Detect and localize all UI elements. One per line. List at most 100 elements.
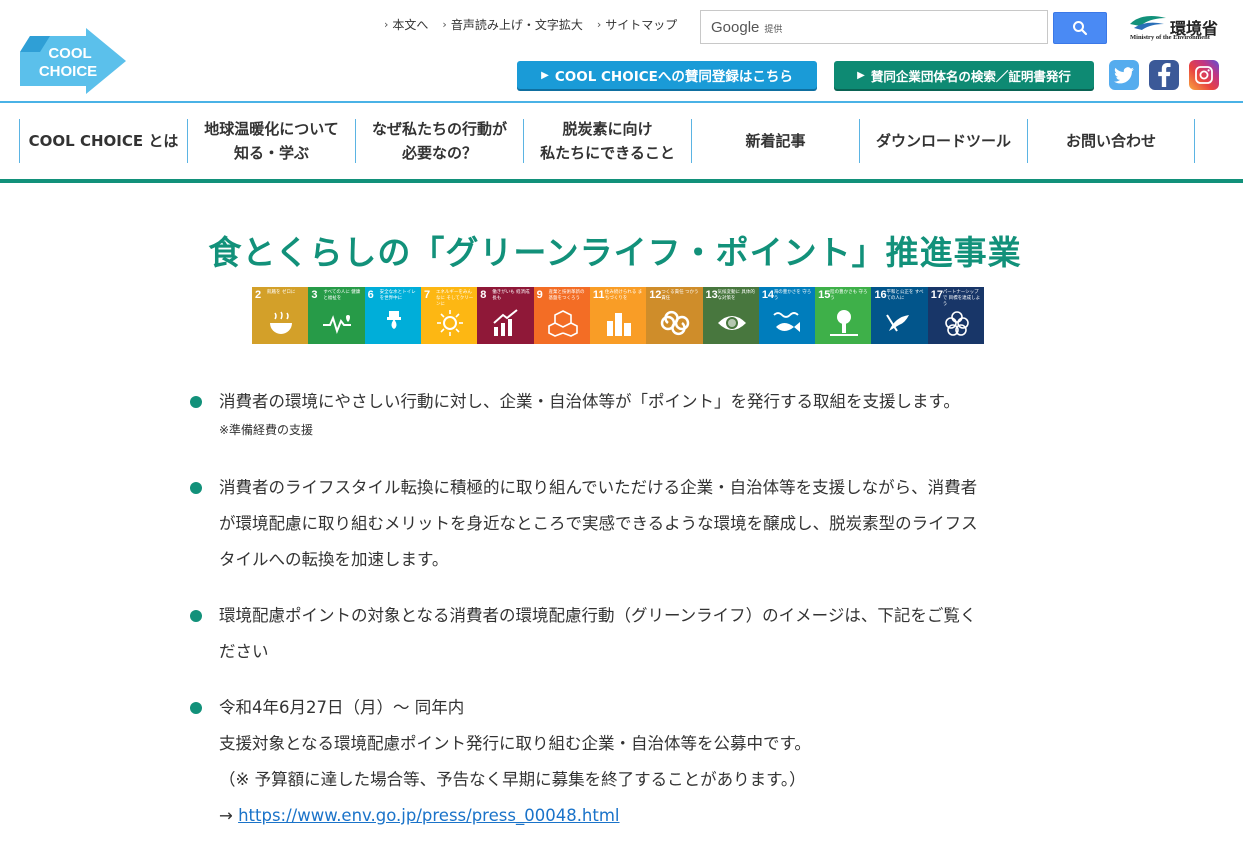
twitter-icon [1114,66,1134,83]
search-button[interactable] [1053,12,1107,44]
bullet-dot [190,482,202,494]
bullet-dot [190,610,202,622]
google-brand: Google [711,18,760,36]
bullet-text-line: 令和4年6月27日（月）〜 同年内 [219,698,465,717]
chevron-right-icon: › [596,18,602,31]
sdg-goal-label: エネルギーをみんなに そしてクリーンに [435,290,474,307]
press-link-line: → https://www.env.go.jp/press/press_0004… [219,798,1049,834]
sdg-goal-number: 7 [423,289,431,301]
bullet-text-line: 消費者のライフスタイル転換に積極的に取り組んでいただける企業・自治体等を支援しな… [219,478,978,497]
bullet-note: ※準備経費の支援 [219,423,314,437]
sdg-goal-label: 飢餓を ゼロに [267,290,296,295]
sdg-goal-number: 13 [705,289,718,301]
nav-news[interactable]: 新着記事 [691,119,859,163]
sdg-goal-number: 9 [536,289,543,301]
arrow-icon: → [219,806,233,825]
sdg-goal-12-icon: 12 つくる責任 つかう責任 [646,287,703,344]
ministry-sub: Ministry of the Environment [1130,34,1210,41]
sdg-pictogram-icon [660,310,690,336]
facebook-link[interactable] [1149,60,1179,90]
triangle-right-icon: ▶ [857,69,865,81]
sdg-goal-2-icon: 2 飢餓を ゼロに [252,287,309,344]
sdg-goal-8-icon: 8 働きがいも 経済成長も [477,287,534,344]
sdg-goal-number: 6 [367,289,374,301]
nav-download-tools[interactable]: ダウンロードツール [859,119,1027,163]
cool-choice-logo[interactable]: COOL CHOICE [20,28,126,94]
sdg-goal-6-icon: 6 安全な水とトイレ を世界中に [364,287,421,344]
facebook-icon [1158,63,1171,87]
link-main-content[interactable]: › 本文へ [384,16,428,33]
instagram-icon [1195,66,1213,84]
sdg-goal-number: 11 [592,289,605,301]
sdg-pictogram-icon [493,309,518,336]
sdg-goal-number: 2 [255,289,262,301]
chevron-right-icon: › [384,18,389,31]
sdg-goal-11-icon: 11 住み続けられる まちづくりを [589,287,647,344]
sdg-goal-label: 陸の豊かさも 守ろう [830,290,868,301]
link-sitemap[interactable]: › サイトマップ [597,16,677,33]
sdg-goal-9-icon: 9 産業と技術革新の 基盤をつくろう [533,287,590,344]
instagram-link[interactable] [1189,60,1219,90]
google-brand-sub: 提供 [764,24,783,35]
bullet-text-line: が環境配慮に取り組むメリットを身近なところで実感できるような環境を醸成し、脱炭素… [219,514,978,533]
sdg-pictogram-icon [830,310,859,336]
ministry-emblem-icon [1130,16,1166,30]
sdg-pictogram-icon [270,311,292,334]
link-accessibility[interactable]: › 音声読み上げ・文字拡大 [442,16,582,33]
press-release-link[interactable]: https://www.env.go.jp/press/press_00048.… [238,806,619,825]
page-title: 食とくらしの「グリーンライフ・ポイント」推進事業 [208,233,1022,272]
sdg-goal-number: 12 [649,289,662,301]
sdg-goal-label: つくる責任 つかう責任 [661,290,699,301]
site-search: Google 提供 [700,10,1048,44]
sdg-pictogram-icon [323,315,352,335]
chevron-right-icon: › [442,18,447,31]
sdg-goal-label: 働きがいも 経済成長も [492,290,530,301]
nav-what-we-can-do[interactable]: 脱炭素に向け 私たちにできること [523,119,691,163]
register-support-button[interactable]: ▶ COOL CHOICEへの賛同登録はこちら [517,61,817,89]
sdg-goal-16-icon: 16 平和と公正を すべての人に [871,287,928,344]
logo-text-choice: CHOICE [39,63,97,80]
sdg-pictogram-icon [886,314,910,332]
sdg-goal-15-icon: 15 陸の豊かさも 守ろう [815,287,872,344]
sdg-goal-label: パートナーシップで 目標を達成しよう [942,290,981,307]
bullet-text-line: （※ 予算額に達した場合等、予告なく早期に募集を終了することがあります。） [219,770,806,789]
bullet-text-line: ださい [219,642,269,661]
sdg-pictogram-icon [717,316,746,330]
sdg-pictogram-icon [547,310,578,337]
sdg-pictogram-icon [386,311,401,329]
sdg-pictogram-icon [436,310,463,336]
ministry-logo[interactable]: 環境省 Ministry of the Environment [1128,10,1222,44]
sdg-goal-number: 17 [930,289,943,301]
sdg-pictogram-icon [606,313,631,336]
sdg-goal-number: 16 [874,289,887,301]
bullet-text: 消費者の環境にやさしい行動に対し、企業・自治体等が「ポイント」を発行する取組を支… [219,392,960,411]
triangle-right-icon: ▶ [541,69,549,81]
nav-learn-global-warming[interactable]: 地球温暖化について 知る・学ぶ [187,119,355,163]
twitter-link[interactable] [1109,60,1139,90]
bullet-text-line: タイルへの転換を加速します。 [219,550,449,569]
sdg-goal-14-icon: 14 海の豊かさを 守ろう [758,287,816,344]
global-nav: COOL CHOICE とは 地球温暖化について 知る・学ぶ なぜ私たちの行動が… [0,101,1243,183]
sdg-goal-label: 産業と技術革新の 基盤をつくろう [548,290,585,301]
sdg-goal-label: すべての人に 健康と福祉を [323,290,361,301]
nav-about[interactable]: COOL CHOICE とは [19,119,187,163]
sdg-goal-13-icon: 13 気候変動に 具体的な対策を [702,287,759,344]
nav-contact[interactable]: お問い合わせ [1027,119,1195,163]
search-input[interactable] [788,12,1047,42]
site-header: COOL CHOICE › 本文へ › 音声読み上げ・文字拡大 › サイトマップ Go… [0,0,1243,103]
sdg-goal-17-icon: 17 パートナーシップで 目標を達成しよう [927,287,985,344]
bullet-dot [190,702,202,714]
nav-why-action[interactable]: なぜ私たちの行動が 必要なの？ [355,119,523,163]
sdg-pictogram-icon [773,312,800,332]
search-icon [1073,21,1088,36]
sdg-goal-3-icon: 3 すべての人に 健康と福祉を [308,287,365,344]
sdg-goal-label: 住み続けられる まちづくりを [604,290,643,301]
corp-search-button[interactable]: ▶ 賛同企業団体名の検索／証明書発行 [834,61,1094,89]
bullet-dot [190,396,202,408]
sdg-goal-number: 15 [818,289,831,301]
sdg-goal-label: 平和と公正を すべての人に [886,290,924,301]
sdg-goal-number: 8 [480,289,487,301]
sdg-goal-label: 気候変動に 具体的な対策を [717,290,755,301]
bullet-text-line: 支援対象となる環境配慮ポイント発行に取り組む企業・自治体等を公募中です。 [219,734,811,753]
sdg-goal-number: 14 [761,289,775,301]
